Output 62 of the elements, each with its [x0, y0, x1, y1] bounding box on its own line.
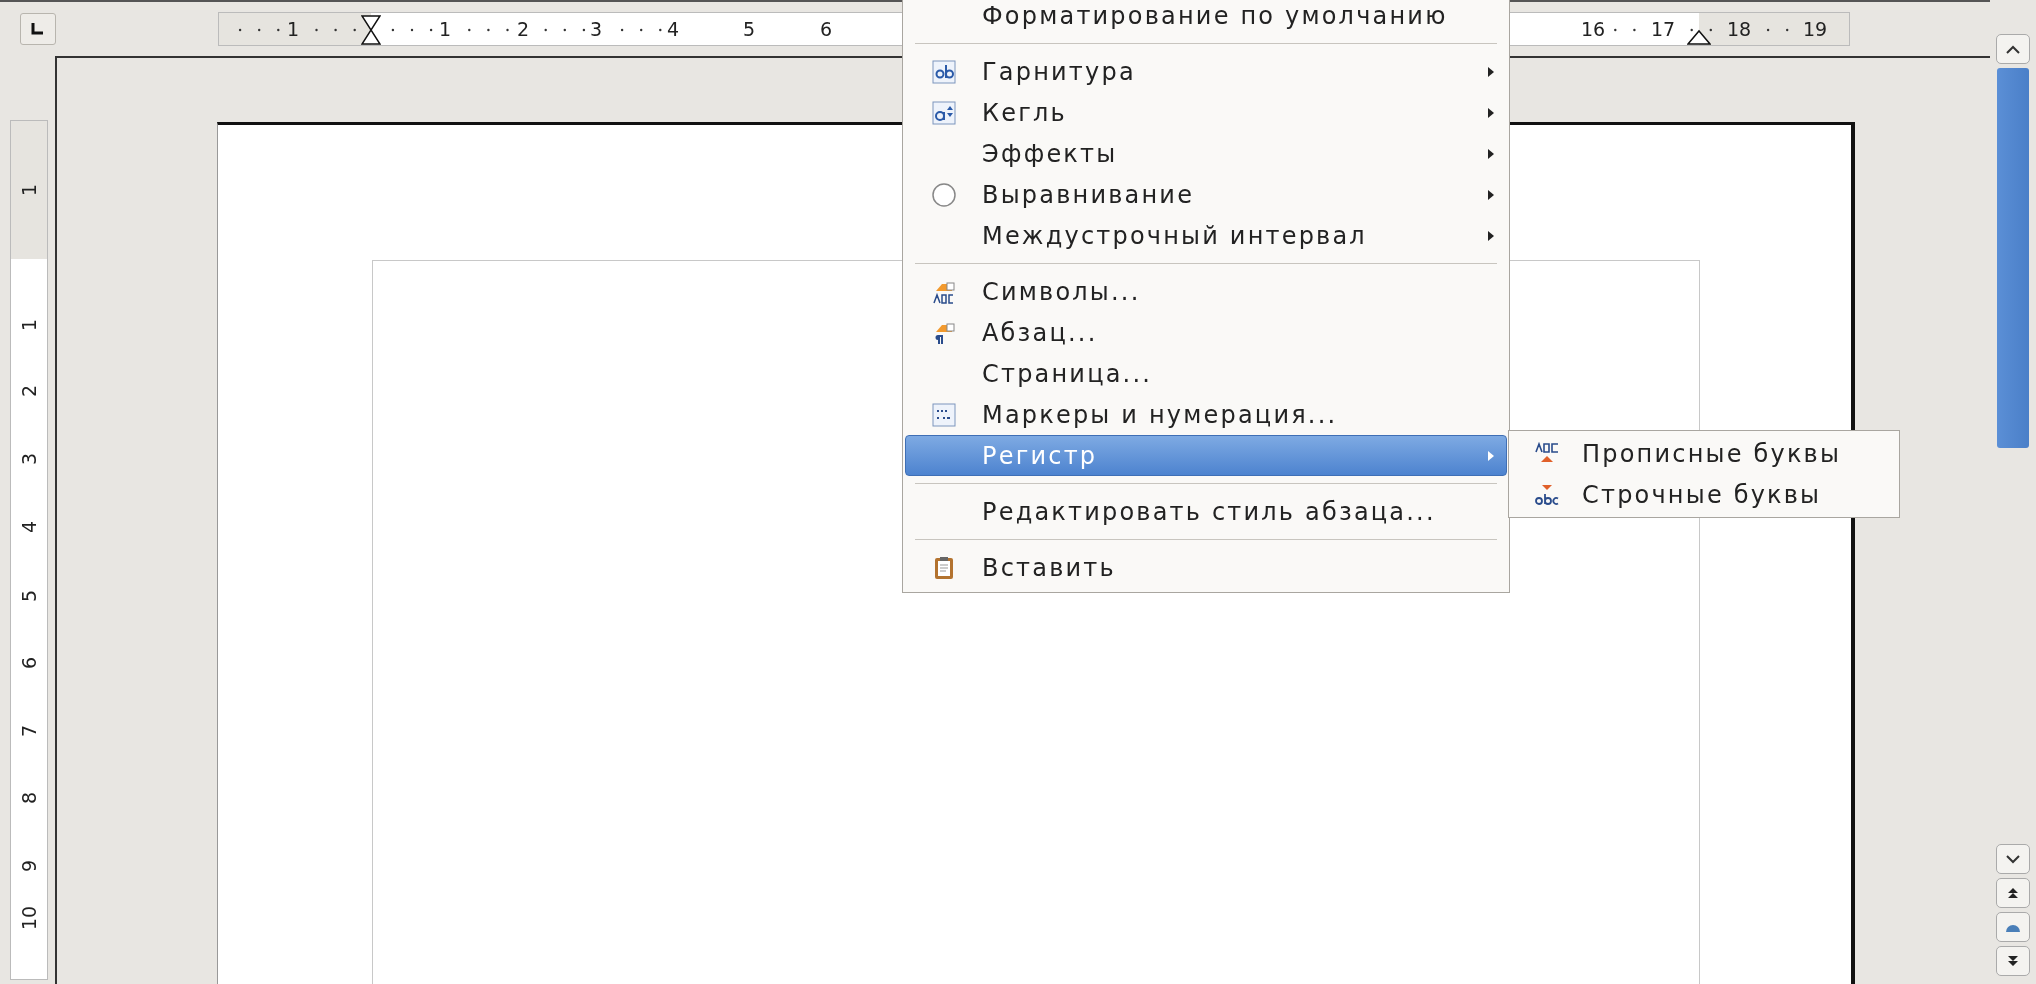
menu-item[interactable]: Форматирование по умолчанию	[905, 0, 1507, 36]
menu-item[interactable]: Междустрочный интервал	[905, 215, 1507, 256]
menu-item[interactable]: Кегль	[905, 92, 1507, 133]
menu-item[interactable]: Маркеры и нумерация...	[905, 394, 1507, 435]
submenu-arrow-icon	[1487, 106, 1495, 119]
ruler-number: 10	[17, 905, 41, 931]
submenu-arrow-icon	[1487, 65, 1495, 78]
font-size-icon	[932, 100, 956, 125]
submenu-arrow-icon	[1487, 229, 1495, 242]
ruler-number: 6	[819, 17, 833, 41]
ruler-number: 18	[1726, 17, 1752, 41]
ruler-number: 7	[17, 724, 41, 738]
indent-marker-icon[interactable]	[361, 15, 381, 45]
scroll-down-button[interactable]	[1996, 844, 2030, 874]
scroll-up-button[interactable]	[1996, 34, 2030, 64]
menu-item[interactable]: Строчные буквы	[1511, 474, 1897, 515]
ruler-number: 4	[666, 17, 680, 41]
menu-item[interactable]: Страница...	[905, 353, 1507, 394]
ruler-number: 16	[1580, 17, 1606, 41]
ruler-number: 3	[589, 17, 603, 41]
font-icon	[932, 59, 956, 84]
double-down-arrow-icon	[2007, 955, 2019, 967]
tab-stop-button[interactable]	[20, 13, 56, 45]
menu-item[interactable]: Гарнитура	[905, 51, 1507, 92]
ruler-number: 5	[17, 589, 41, 603]
navigator-button[interactable]	[1996, 912, 2030, 942]
menu-item[interactable]: Прописные буквы	[1511, 433, 1897, 474]
ruler-number: 2	[17, 384, 41, 398]
double-up-arrow-icon	[2007, 887, 2019, 899]
menu-item[interactable]: Редактировать стиль абзаца...	[905, 491, 1507, 532]
ruler-number: 3	[17, 452, 41, 466]
menu-item[interactable]: Символы...	[905, 271, 1507, 312]
clipboard-icon	[932, 555, 956, 580]
ruler-number: 4	[17, 520, 41, 534]
ruler-number: 2	[516, 17, 530, 41]
left-tab-icon	[31, 23, 45, 35]
scrollbar-thumb[interactable]	[1997, 68, 2029, 448]
right-indent-marker-icon[interactable]	[1687, 29, 1711, 45]
submenu-arrow-icon	[1487, 449, 1495, 462]
previous-page-button[interactable]	[1996, 878, 2030, 908]
ruler-number: 8	[17, 791, 41, 805]
numbered-list-icon	[932, 402, 956, 427]
character-icon	[932, 279, 956, 304]
ruler-number: 19	[1802, 17, 1828, 41]
ruler-number: 6	[17, 656, 41, 670]
ruler-number: 17	[1650, 17, 1676, 41]
ruler-number: 5	[742, 17, 756, 41]
paragraph-icon	[932, 320, 956, 345]
menu-item[interactable]: Выравнивание	[905, 174, 1507, 215]
submenu-arrow-icon	[1487, 147, 1495, 160]
radio-button[interactable]	[931, 181, 957, 208]
menu-item[interactable]: Абзац...	[905, 312, 1507, 353]
ruler-number: 9	[17, 859, 41, 873]
ruler-number: 1	[17, 318, 41, 332]
submenu-arrow-icon	[1487, 188, 1495, 201]
lowercase-icon	[1534, 482, 1560, 507]
next-page-button[interactable]	[1996, 946, 2030, 976]
menu-item[interactable]: Эффекты	[905, 133, 1507, 174]
ruler-number: 1	[438, 17, 452, 41]
ruler-number: 1	[17, 183, 41, 197]
ruler-number: 1	[286, 17, 300, 41]
menu-item[interactable]: Вставить	[905, 547, 1507, 588]
